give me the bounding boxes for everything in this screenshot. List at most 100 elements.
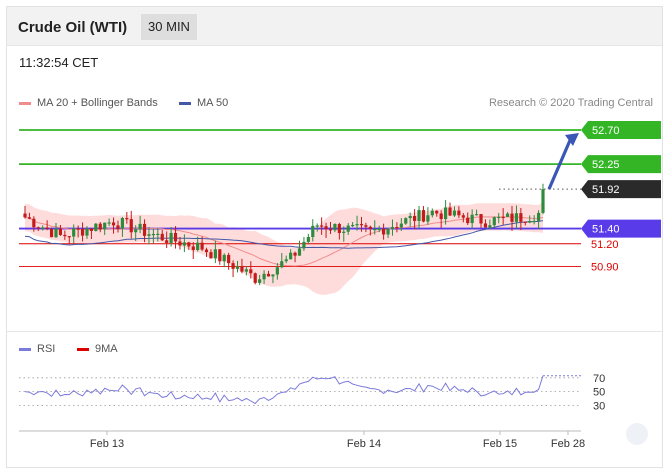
candle-body bbox=[227, 254, 231, 264]
candle-body bbox=[373, 229, 377, 231]
candle-body bbox=[395, 227, 399, 229]
candle-body bbox=[528, 221, 532, 223]
candle-body bbox=[116, 225, 120, 229]
candle-body bbox=[443, 207, 448, 220]
candle-body bbox=[262, 273, 266, 280]
candle-body bbox=[408, 215, 412, 219]
candle-body bbox=[479, 214, 483, 224]
candle-body bbox=[519, 213, 523, 222]
candle-body bbox=[337, 224, 341, 233]
candle-body bbox=[359, 224, 364, 226]
chart-widget: Crude Oil (WTI) 30 MIN 11:32:54 CET MA 2… bbox=[6, 6, 663, 468]
candle-body bbox=[417, 210, 421, 221]
candle-body bbox=[45, 227, 49, 229]
candle-body bbox=[474, 214, 479, 216]
candle-body bbox=[461, 215, 465, 218]
candle-body bbox=[271, 274, 275, 277]
candle-body bbox=[501, 216, 505, 219]
candle-body bbox=[231, 263, 235, 269]
candle-body bbox=[333, 224, 337, 231]
candle-body bbox=[41, 227, 45, 229]
candle-body bbox=[80, 228, 85, 236]
candle-body bbox=[27, 217, 32, 219]
candle-body bbox=[151, 233, 155, 236]
candle-body bbox=[196, 242, 200, 251]
candle-body bbox=[258, 279, 262, 283]
candle-body bbox=[280, 261, 284, 268]
candle-body bbox=[483, 223, 488, 228]
candle-body bbox=[89, 228, 94, 231]
candle-body bbox=[85, 228, 89, 236]
candle-body bbox=[138, 223, 142, 230]
candle-body bbox=[421, 210, 426, 222]
candle-body bbox=[439, 213, 443, 220]
candle-body bbox=[191, 246, 195, 251]
candle-body bbox=[147, 234, 151, 236]
candle-body bbox=[470, 214, 474, 224]
candle-body bbox=[72, 228, 76, 237]
rsi-tick-label: 30 bbox=[593, 401, 605, 413]
candle-body bbox=[364, 225, 368, 227]
candle-body bbox=[107, 222, 111, 224]
candle-body bbox=[386, 228, 390, 235]
candle-body bbox=[253, 273, 257, 283]
candle-body bbox=[320, 225, 324, 227]
level-label-52.70: 52.70 bbox=[592, 125, 620, 137]
candle-body bbox=[23, 213, 27, 218]
candle-body bbox=[218, 249, 222, 262]
candle-body bbox=[209, 252, 213, 259]
candle-body bbox=[129, 219, 133, 233]
candle-body bbox=[382, 228, 386, 235]
candle-body bbox=[160, 233, 164, 241]
candle-body bbox=[169, 232, 173, 243]
candle-body bbox=[67, 236, 71, 238]
candle-body bbox=[324, 226, 328, 230]
candle-body bbox=[306, 237, 310, 242]
x-tick-label: Feb 13 bbox=[90, 438, 124, 450]
candle-body bbox=[346, 225, 350, 232]
candle-body bbox=[430, 210, 434, 216]
x-tick-label: Feb 14 bbox=[347, 438, 381, 450]
candle-body bbox=[204, 249, 209, 253]
candle-body bbox=[328, 229, 333, 231]
candle-body bbox=[235, 266, 240, 269]
candle-body bbox=[178, 241, 182, 246]
candle-body bbox=[54, 228, 58, 238]
candle-body bbox=[541, 189, 545, 213]
candle-body bbox=[488, 225, 492, 228]
candle-body bbox=[289, 252, 293, 260]
candle-body bbox=[156, 233, 160, 236]
candle-body bbox=[120, 218, 125, 229]
candle-body bbox=[315, 225, 319, 227]
candle-body bbox=[311, 225, 315, 238]
rsi-tick-label: 70 bbox=[593, 373, 605, 385]
candle-body bbox=[377, 228, 381, 230]
zoom-icon[interactable] bbox=[626, 423, 648, 445]
candle-body bbox=[275, 267, 279, 275]
level-label-51.20: 51.20 bbox=[591, 239, 619, 251]
candle-body bbox=[76, 228, 80, 230]
rsi-line bbox=[24, 375, 544, 405]
candle-body bbox=[505, 213, 510, 217]
level-label-51.92: 51.92 bbox=[592, 184, 620, 196]
candle-body bbox=[63, 234, 67, 237]
price-chart[interactable]: 52.70 52.25 51.92 51.40 51.20 50.90 70 50 30 Feb … bbox=[7, 7, 664, 469]
candle-body bbox=[293, 252, 297, 256]
candle-body bbox=[182, 242, 186, 246]
candle-body bbox=[200, 242, 204, 250]
candle-body bbox=[266, 273, 271, 277]
candle-body bbox=[244, 269, 248, 272]
candle-body bbox=[342, 231, 346, 233]
candle-body bbox=[492, 217, 496, 226]
bollinger-band bbox=[25, 202, 543, 295]
level-label-51.40: 51.40 bbox=[592, 224, 620, 236]
candle-body bbox=[466, 217, 470, 224]
candle-body bbox=[355, 224, 359, 226]
candle-body bbox=[435, 210, 439, 214]
candle-body bbox=[426, 215, 430, 222]
level-label-52.25: 52.25 bbox=[592, 159, 620, 171]
candle-body bbox=[165, 240, 169, 243]
candle-body bbox=[134, 229, 138, 233]
candle-body bbox=[142, 223, 147, 236]
candle-body bbox=[125, 218, 129, 220]
